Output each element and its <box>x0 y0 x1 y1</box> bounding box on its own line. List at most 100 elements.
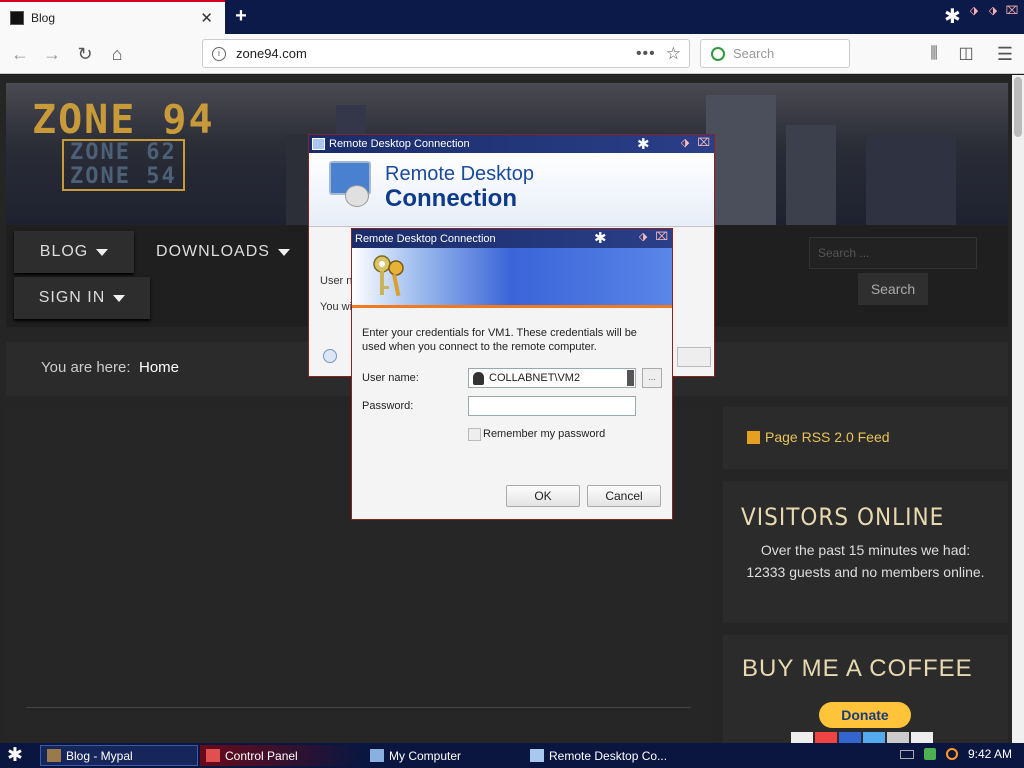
rdp-heading-line2: Connection <box>385 185 517 212</box>
tab-title: Blog <box>31 11 56 25</box>
caret-down-icon <box>96 248 109 256</box>
caret-down-icon <box>277 248 290 256</box>
remember-password-checkbox[interactable] <box>468 428 481 441</box>
sidebar-toggle-icon[interactable]: ◫ <box>954 42 978 66</box>
close-window-icon[interactable]: ⌧ <box>655 230 668 243</box>
amex-icon <box>863 732 885 743</box>
breadcrumb-home-link[interactable]: Home <box>139 359 179 376</box>
username-value[interactable]: COLLABNET\VM2 <box>489 372 580 384</box>
maximize-window-icon[interactable]: ⬗ <box>681 136 689 149</box>
username-field[interactable]: COLLABNET\VM2 <box>468 368 636 388</box>
taskbar-item-remote-desktop[interactable]: Remote Desktop Co... <box>524 745 684 766</box>
forward-arrow-icon[interactable]: → <box>40 42 64 66</box>
taskbar-item-blog[interactable]: Blog - Mypal <box>40 745 198 766</box>
rdp-main-window-controls: ⬗ ⌧ <box>681 136 710 149</box>
mastercard-icon <box>815 732 837 743</box>
control-panel-icon <box>206 749 220 762</box>
taskbar-item-label: Blog - Mypal <box>66 748 133 763</box>
site-info-icon[interactable]: i <box>212 46 226 61</box>
rdp-info-text: You wi <box>320 301 353 313</box>
visitors-text: Over the past 15 minutes we had: 12333 g… <box>746 542 985 580</box>
ok-button[interactable]: OK <box>506 485 580 507</box>
password-field[interactable] <box>468 396 636 416</box>
city-skyline <box>706 95 776 225</box>
rdp-main-header: Remote Desktop Connection <box>309 153 714 227</box>
scrollbar-thumb[interactable] <box>1014 77 1022 137</box>
start-menu-star-icon[interactable]: ✱ <box>7 744 23 767</box>
page-actions-icon[interactable]: ••• <box>636 45 656 63</box>
menu-sign-in[interactable]: SIGN IN <box>14 277 150 319</box>
minimize-window-icon[interactable]: ⬗ <box>966 3 982 19</box>
site-search-input[interactable]: Search ... <box>809 237 977 269</box>
remember-password-label[interactable]: Remember my password <box>483 428 605 440</box>
cancel-button[interactable]: Cancel <box>587 485 661 507</box>
browser-search-input[interactable]: Search <box>700 39 850 68</box>
visa-icon <box>791 732 813 743</box>
maximize-window-icon[interactable]: ⬗ <box>985 3 1001 19</box>
tab-strip: Blog ✕ + ✱ ⬗ ⬗ ⌧ <box>0 0 1024 34</box>
city-skyline <box>786 125 836 225</box>
menu-blog[interactable]: BLOG <box>14 231 134 273</box>
close-tab-icon[interactable]: ✕ <box>200 9 213 27</box>
computer-icon <box>370 749 384 762</box>
browse-user-button[interactable]: ... <box>642 368 662 388</box>
hamburger-menu-icon[interactable]: ☰ <box>993 42 1017 66</box>
donate-button[interactable]: Donate <box>819 702 911 728</box>
rdp-main-titlebar[interactable]: Remote Desktop Connection ✱ ⬗ ⌧ <box>309 135 714 153</box>
password-label: Password: <box>362 400 414 412</box>
clock[interactable]: 9:42 AM <box>968 747 1012 761</box>
logo-sub-line: ZONE 62 <box>70 140 177 165</box>
close-window-icon[interactable]: ⌧ <box>697 136 710 149</box>
site-logo[interactable]: ZONE 94 <box>32 97 215 143</box>
window-menu-star-icon[interactable]: ✱ <box>594 229 607 247</box>
menu-label: BLOG <box>39 243 89 260</box>
browser-app-icon <box>47 749 61 762</box>
url-text[interactable]: zone94.com <box>236 46 636 61</box>
browser-tab[interactable]: Blog ✕ <box>0 0 225 34</box>
credentials-titlebar[interactable]: Remote Desktop Connection ✱ ⬗ ⌧ <box>352 229 672 248</box>
back-arrow-icon[interactable]: ← <box>8 42 32 66</box>
user-icon <box>473 371 484 385</box>
credentials-message: Enter your credentials for VM1. These cr… <box>362 327 637 353</box>
coffee-heading: BUY ME A COFFEE <box>742 655 973 682</box>
taskbar-item-my-computer[interactable]: My Computer <box>364 745 524 766</box>
reload-icon[interactable]: ↻ <box>73 42 97 66</box>
credentials-banner <box>352 248 672 308</box>
window-menu-star-icon[interactable]: ✱ <box>944 4 961 29</box>
rdp-help-button[interactable] <box>677 347 711 367</box>
taskbar-item-control-panel[interactable]: Control Panel <box>200 745 360 766</box>
maximize-window-icon[interactable]: ⬗ <box>639 230 647 243</box>
city-skyline <box>866 135 956 225</box>
bank-icon <box>911 732 933 743</box>
window-menu-star-icon[interactable]: ✱ <box>637 135 650 153</box>
username-dropdown[interactable] <box>627 370 634 386</box>
credentials-window-controls: ⬗ ⌧ <box>639 230 668 243</box>
new-tab-button[interactable]: + <box>229 4 253 28</box>
url-bar[interactable]: i zone94.com ••• ☆ <box>202 39 690 68</box>
window-controls: ⬗ ⬗ ⌧ <box>966 3 1020 19</box>
show-options-icon[interactable] <box>323 349 337 363</box>
keyboard-icon[interactable] <box>899 749 914 759</box>
payment-cards <box>791 732 933 743</box>
rss-icon <box>747 430 760 444</box>
menu-label: SIGN IN <box>38 289 106 306</box>
close-window-icon[interactable]: ⌧ <box>1004 3 1020 19</box>
search-tray-icon[interactable] <box>945 748 958 760</box>
home-icon[interactable]: ⌂ <box>105 42 129 66</box>
rdp-credentials-dialog: Remote Desktop Connection ✱ ⬗ ⌧ Enter yo… <box>351 228 673 520</box>
site-search-button[interactable]: Search <box>858 273 928 305</box>
site-logo-sub: ZONE 62 ZONE 54 <box>62 139 185 191</box>
rss-link[interactable]: Page RSS 2.0 Feed <box>747 429 890 445</box>
rss-link-text[interactable]: Page RSS 2.0 Feed <box>765 429 890 445</box>
coffee-module: BUY ME A COFFEE Donate <box>723 635 1008 743</box>
menu-downloads[interactable]: DOWNLOADS <box>138 231 308 273</box>
library-icon[interactable]: ⫼ <box>922 42 946 66</box>
network-icon[interactable] <box>923 748 936 760</box>
site-favicon-icon <box>10 11 24 25</box>
search-engine-icon <box>711 46 725 61</box>
page-scrollbar[interactable] <box>1012 75 1024 743</box>
taskbar-item-label: My Computer <box>389 748 462 763</box>
visitors-module: VISITORS ONLINE Over the past 15 minutes… <box>723 481 1008 623</box>
maestro-icon <box>839 732 861 743</box>
bookmark-star-icon[interactable]: ☆ <box>666 44 681 64</box>
